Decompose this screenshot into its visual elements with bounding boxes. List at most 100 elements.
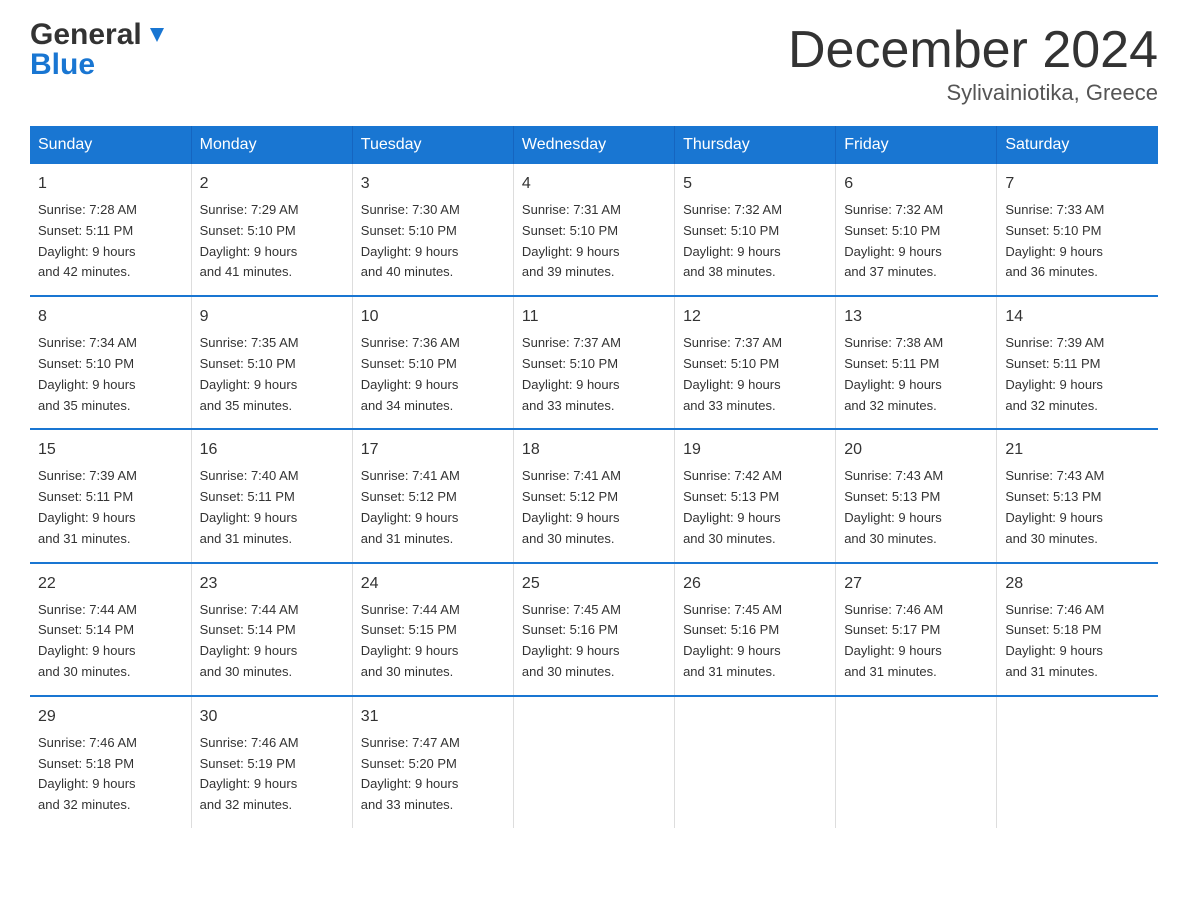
daylight-minutes: and 30 minutes. — [522, 531, 615, 546]
sunrise-label: Sunrise: 7:43 AM — [844, 468, 943, 483]
day-info: Sunrise: 7:32 AM Sunset: 5:10 PM Dayligh… — [844, 200, 988, 283]
daylight-label: Daylight: 9 hours — [522, 643, 620, 658]
header-saturday: Saturday — [997, 126, 1158, 164]
sunset-label: Sunset: 5:12 PM — [361, 489, 457, 504]
calendar-cell: 21 Sunrise: 7:43 AM Sunset: 5:13 PM Dayl… — [997, 429, 1158, 562]
day-number: 18 — [522, 438, 666, 462]
calendar-cell: 16 Sunrise: 7:40 AM Sunset: 5:11 PM Dayl… — [191, 429, 352, 562]
daylight-label: Daylight: 9 hours — [522, 244, 620, 259]
month-title: December 2024 — [788, 20, 1158, 80]
sunset-label: Sunset: 5:10 PM — [522, 223, 618, 238]
calendar-cell: 10 Sunrise: 7:36 AM Sunset: 5:10 PM Dayl… — [352, 296, 513, 429]
sunrise-label: Sunrise: 7:33 AM — [1005, 202, 1104, 217]
daylight-label: Daylight: 9 hours — [683, 377, 781, 392]
day-number: 16 — [200, 438, 344, 462]
day-info: Sunrise: 7:44 AM Sunset: 5:15 PM Dayligh… — [361, 600, 505, 683]
daylight-minutes: and 31 minutes. — [1005, 664, 1098, 679]
sunset-label: Sunset: 5:20 PM — [361, 756, 457, 771]
sunrise-label: Sunrise: 7:40 AM — [200, 468, 299, 483]
daylight-label: Daylight: 9 hours — [683, 643, 781, 658]
day-info: Sunrise: 7:46 AM Sunset: 5:17 PM Dayligh… — [844, 600, 988, 683]
daylight-minutes: and 40 minutes. — [361, 264, 454, 279]
day-info: Sunrise: 7:36 AM Sunset: 5:10 PM Dayligh… — [361, 333, 505, 416]
sunset-label: Sunset: 5:17 PM — [844, 622, 940, 637]
day-info: Sunrise: 7:31 AM Sunset: 5:10 PM Dayligh… — [522, 200, 666, 283]
sunset-label: Sunset: 5:18 PM — [1005, 622, 1101, 637]
header-friday: Friday — [836, 126, 997, 164]
calendar-cell: 15 Sunrise: 7:39 AM Sunset: 5:11 PM Dayl… — [30, 429, 191, 562]
day-info: Sunrise: 7:42 AM Sunset: 5:13 PM Dayligh… — [683, 466, 827, 549]
daylight-label: Daylight: 9 hours — [361, 510, 459, 525]
calendar-header: Sunday Monday Tuesday Wednesday Thursday… — [30, 126, 1158, 164]
sunset-label: Sunset: 5:10 PM — [522, 356, 618, 371]
day-number: 28 — [1005, 572, 1150, 596]
day-info: Sunrise: 7:37 AM Sunset: 5:10 PM Dayligh… — [683, 333, 827, 416]
sunrise-label: Sunrise: 7:46 AM — [200, 735, 299, 750]
calendar-cell: 25 Sunrise: 7:45 AM Sunset: 5:16 PM Dayl… — [513, 563, 674, 696]
daylight-label: Daylight: 9 hours — [361, 244, 459, 259]
daylight-label: Daylight: 9 hours — [200, 776, 298, 791]
sunset-label: Sunset: 5:12 PM — [522, 489, 618, 504]
sunset-label: Sunset: 5:16 PM — [522, 622, 618, 637]
day-number: 12 — [683, 305, 827, 329]
daylight-label: Daylight: 9 hours — [522, 510, 620, 525]
daylight-label: Daylight: 9 hours — [361, 776, 459, 791]
daylight-label: Daylight: 9 hours — [361, 643, 459, 658]
logo-arrow-icon — [146, 24, 168, 50]
sunrise-label: Sunrise: 7:34 AM — [38, 335, 137, 350]
sunrise-label: Sunrise: 7:39 AM — [38, 468, 137, 483]
sunset-label: Sunset: 5:15 PM — [361, 622, 457, 637]
daylight-label: Daylight: 9 hours — [38, 643, 136, 658]
sunrise-label: Sunrise: 7:47 AM — [361, 735, 460, 750]
day-number: 23 — [200, 572, 344, 596]
day-info: Sunrise: 7:29 AM Sunset: 5:10 PM Dayligh… — [200, 200, 344, 283]
calendar-cell: 29 Sunrise: 7:46 AM Sunset: 5:18 PM Dayl… — [30, 696, 191, 828]
day-info: Sunrise: 7:37 AM Sunset: 5:10 PM Dayligh… — [522, 333, 666, 416]
sunrise-label: Sunrise: 7:35 AM — [200, 335, 299, 350]
calendar-table: Sunday Monday Tuesday Wednesday Thursday… — [30, 126, 1158, 828]
day-number: 27 — [844, 572, 988, 596]
calendar-cell — [997, 696, 1158, 828]
calendar-cell: 31 Sunrise: 7:47 AM Sunset: 5:20 PM Dayl… — [352, 696, 513, 828]
day-number: 9 — [200, 305, 344, 329]
daylight-minutes: and 36 minutes. — [1005, 264, 1098, 279]
day-number: 13 — [844, 305, 988, 329]
title-block: December 2024 Sylivainiotika, Greece — [788, 20, 1158, 106]
sunset-label: Sunset: 5:10 PM — [1005, 223, 1101, 238]
day-number: 25 — [522, 572, 666, 596]
daylight-minutes: and 30 minutes. — [522, 664, 615, 679]
daylight-label: Daylight: 9 hours — [200, 643, 298, 658]
sunset-label: Sunset: 5:10 PM — [200, 356, 296, 371]
calendar-cell — [836, 696, 997, 828]
calendar-cell — [675, 696, 836, 828]
daylight-label: Daylight: 9 hours — [683, 244, 781, 259]
daylight-minutes: and 38 minutes. — [683, 264, 776, 279]
day-info: Sunrise: 7:34 AM Sunset: 5:10 PM Dayligh… — [38, 333, 183, 416]
day-number: 10 — [361, 305, 505, 329]
day-info: Sunrise: 7:30 AM Sunset: 5:10 PM Dayligh… — [361, 200, 505, 283]
calendar-cell: 13 Sunrise: 7:38 AM Sunset: 5:11 PM Dayl… — [836, 296, 997, 429]
calendar-cell: 30 Sunrise: 7:46 AM Sunset: 5:19 PM Dayl… — [191, 696, 352, 828]
day-number: 29 — [38, 705, 183, 729]
sunset-label: Sunset: 5:14 PM — [38, 622, 134, 637]
header-thursday: Thursday — [675, 126, 836, 164]
day-number: 15 — [38, 438, 183, 462]
daylight-minutes: and 31 minutes. — [200, 531, 293, 546]
daylight-label: Daylight: 9 hours — [38, 510, 136, 525]
sunrise-label: Sunrise: 7:42 AM — [683, 468, 782, 483]
sunrise-label: Sunrise: 7:46 AM — [844, 602, 943, 617]
day-number: 30 — [200, 705, 344, 729]
header-tuesday: Tuesday — [352, 126, 513, 164]
day-info: Sunrise: 7:45 AM Sunset: 5:16 PM Dayligh… — [683, 600, 827, 683]
daylight-label: Daylight: 9 hours — [361, 377, 459, 392]
calendar-cell: 6 Sunrise: 7:32 AM Sunset: 5:10 PM Dayli… — [836, 164, 997, 296]
sunrise-label: Sunrise: 7:31 AM — [522, 202, 621, 217]
sunrise-label: Sunrise: 7:44 AM — [38, 602, 137, 617]
page-header: General Blue December 2024 Sylivainiotik… — [30, 20, 1158, 106]
daylight-label: Daylight: 9 hours — [1005, 377, 1103, 392]
sunset-label: Sunset: 5:14 PM — [200, 622, 296, 637]
daylight-minutes: and 30 minutes. — [683, 531, 776, 546]
day-info: Sunrise: 7:32 AM Sunset: 5:10 PM Dayligh… — [683, 200, 827, 283]
sunrise-label: Sunrise: 7:30 AM — [361, 202, 460, 217]
daylight-minutes: and 39 minutes. — [522, 264, 615, 279]
